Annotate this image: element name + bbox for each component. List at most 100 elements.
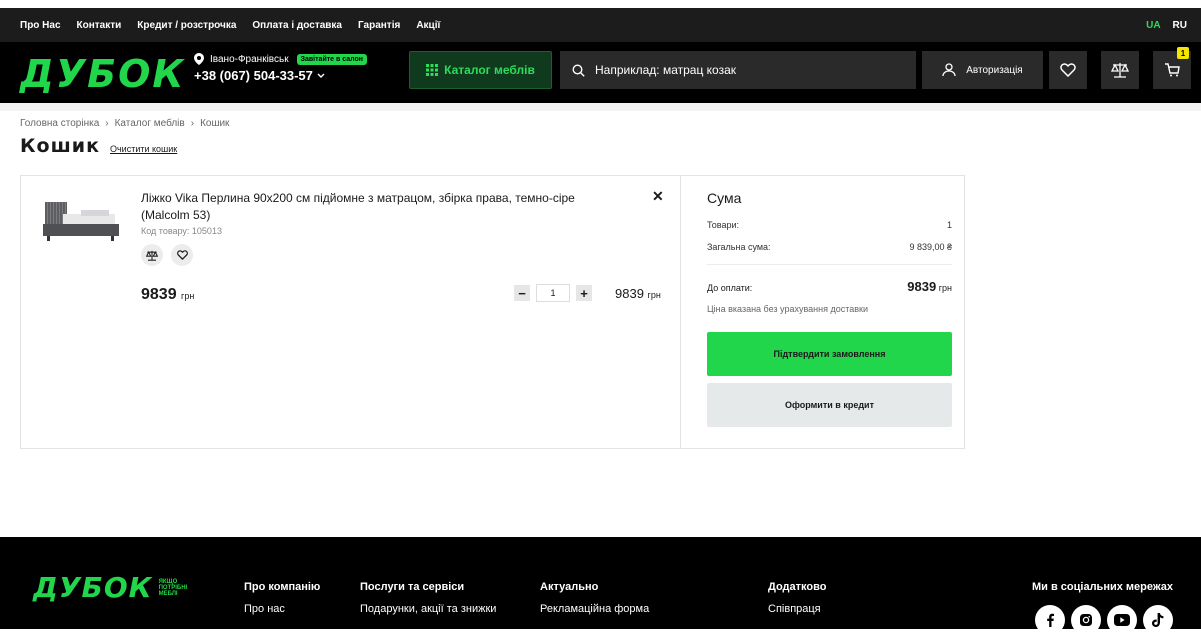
top-link-credit[interactable]: Кредит / розстрочка xyxy=(137,20,236,31)
chevron-down-icon xyxy=(317,73,325,78)
increase-quantity-button[interactable]: + xyxy=(576,285,592,301)
location-pin-icon xyxy=(194,53,204,65)
unit-price-currency: грн xyxy=(181,291,195,301)
scales-icon xyxy=(1111,63,1129,78)
credit-button[interactable]: Оформити в кредит xyxy=(707,383,952,427)
top-link-contacts[interactable]: Контакти xyxy=(77,20,122,31)
auth-label: Авторизація xyxy=(966,64,1023,76)
cart-button[interactable]: 1 xyxy=(1153,47,1191,89)
footer-link[interactable]: Про нас xyxy=(244,603,320,615)
summary-total-row: Загальна сума: 9 839,00 ₴ xyxy=(707,242,952,252)
top-link-payment[interactable]: Оплата і доставка xyxy=(252,20,342,31)
summary-divider xyxy=(707,264,952,265)
search-input[interactable]: Наприклад: матрац козак xyxy=(560,51,916,89)
tiktok-icon[interactable] xyxy=(1143,605,1173,635)
footer-col-title: Про компанію xyxy=(244,581,321,593)
summary-pay-row: До оплати: 9839 грн xyxy=(707,279,952,294)
breadcrumb-catalog[interactable]: Каталог меблів xyxy=(115,118,185,129)
page-title: Кошик xyxy=(20,135,100,157)
footer-col-company: Про компанію Про нас xyxy=(244,581,320,625)
footer-tagline: ЯКЩО ПОТРІБНІ МЕБЛІ xyxy=(158,578,188,597)
decrease-quantity-button[interactable]: − xyxy=(514,285,530,301)
footer-col-extra: Додатково Співпраця xyxy=(768,581,826,625)
delivery-note: Ціна вказана без урахування доставки xyxy=(707,304,868,314)
top-bar: Про Нас Контакти Кредит / розстрочка Опл… xyxy=(0,8,1201,42)
top-link-promos[interactable]: Акції xyxy=(416,20,440,31)
goods-value: 1 xyxy=(946,220,952,230)
pay-currency: грн xyxy=(938,283,952,293)
auth-button[interactable]: Авторизація xyxy=(922,51,1043,89)
line-total-currency: грн xyxy=(647,290,661,300)
catalog-label: Каталог меблів xyxy=(444,63,535,77)
confirm-order-button[interactable]: Підтвердити замовлення xyxy=(707,332,952,376)
unit-price: 9839 грн xyxy=(141,286,194,304)
top-links: Про Нас Контакти Кредит / розстрочка Опл… xyxy=(20,20,440,31)
wishlist-item-button[interactable] xyxy=(171,244,193,266)
heart-icon xyxy=(176,250,188,260)
line-total: 9839 грн xyxy=(615,286,661,301)
youtube-icon[interactable] xyxy=(1107,605,1137,635)
search-placeholder: Наприклад: матрац козак xyxy=(595,63,737,77)
footer-col-title: Додатково xyxy=(768,581,827,593)
breadcrumb: Головна сторінка › Каталог меблів › Коши… xyxy=(20,118,229,129)
cart-count-badge: 1 xyxy=(1177,47,1189,59)
grid-icon xyxy=(426,64,439,76)
facebook-icon[interactable] xyxy=(1035,605,1065,635)
total-value: 9 839,00 ₴ xyxy=(909,242,952,252)
phone-text: +38 (067) 504-33-57 xyxy=(194,68,313,83)
cart-icon xyxy=(1165,63,1180,77)
footer-col-title: Послуги та сервіси xyxy=(360,581,465,593)
site-logo[interactable]: ДУБОК xyxy=(20,54,185,94)
footer-link[interactable]: Співпраця xyxy=(768,603,826,615)
order-summary: Сума Товари: 1 Загальна сума: 9 839,00 ₴… xyxy=(707,190,952,427)
product-image[interactable] xyxy=(41,196,121,248)
pay-value: 9839 xyxy=(907,279,937,294)
close-icon: ✕ xyxy=(652,188,664,204)
footer-link[interactable]: Подарунки, акції та знижки xyxy=(360,603,496,615)
goods-label: Товари: xyxy=(707,220,740,230)
breadcrumb-cart: Кошик xyxy=(200,118,230,129)
lang-ua[interactable]: UA xyxy=(1146,20,1160,31)
lang-ru[interactable]: RU xyxy=(1173,20,1187,31)
city-name[interactable]: Івано-Франківськ xyxy=(210,54,289,65)
pay-label: До оплати: xyxy=(707,283,753,293)
chevron-right-icon: › xyxy=(105,118,109,129)
footer-logo[interactable]: ДУБОК ЯКЩО ПОТРІБНІ МЕБЛІ xyxy=(33,571,187,604)
summary-goods-row: Товари: 1 xyxy=(707,220,952,230)
main-header: ДУБОК Івано-Франківськ Завітайте в салон… xyxy=(0,42,1201,103)
footer-col-actual: Актуально Рекламаційна форма xyxy=(540,581,649,625)
cart-divider xyxy=(680,176,681,448)
quantity-field[interactable]: 1 xyxy=(536,284,570,302)
chevron-right-icon: › xyxy=(190,118,195,129)
breadcrumb-home[interactable]: Головна сторінка xyxy=(20,118,99,129)
product-actions xyxy=(141,244,193,266)
header-divider xyxy=(0,103,1201,111)
quantity-stepper: − 1 + xyxy=(514,284,592,302)
top-link-warranty[interactable]: Гарантія xyxy=(358,20,400,31)
salon-badge[interactable]: Завітайте в салон xyxy=(296,53,367,65)
total-label: Загальна сума: xyxy=(707,242,771,252)
unit-price-value: 9839 xyxy=(141,286,177,303)
phone-number[interactable]: +38 (067) 504-33-57 xyxy=(194,68,367,83)
remove-item-button[interactable]: ✕ xyxy=(652,188,664,205)
site-footer: ДУБОК ЯКЩО ПОТРІБНІ МЕБЛІ Про компанію П… xyxy=(0,537,1201,635)
clear-cart-link[interactable]: Очистити кошик xyxy=(110,144,177,154)
search-icon xyxy=(572,63,585,77)
compare-button[interactable] xyxy=(1101,51,1139,89)
product-code: Код товару: 105013 xyxy=(141,226,222,236)
cart-container: Ліжко Vika Перлина 90х200 см підйомне з … xyxy=(20,175,965,449)
page-header: Кошик Очистити кошик xyxy=(20,135,177,157)
top-link-about[interactable]: Про Нас xyxy=(20,20,61,31)
language-switcher: UA RU xyxy=(1146,20,1187,31)
instagram-icon[interactable] xyxy=(1071,605,1101,635)
footer-col-services: Послуги та сервіси Подарунки, акції та з… xyxy=(360,581,496,625)
wishlist-button[interactable] xyxy=(1049,51,1087,89)
compare-item-button[interactable] xyxy=(141,244,163,266)
social-links xyxy=(1035,605,1173,635)
footer-link[interactable]: Рекламаційна форма xyxy=(540,603,649,615)
product-name[interactable]: Ліжко Vika Перлина 90х200 см підйомне з … xyxy=(141,190,611,224)
scales-icon xyxy=(146,250,158,261)
social-title: Ми в соціальних мережах xyxy=(1032,581,1174,593)
catalog-button[interactable]: Каталог меблів xyxy=(409,51,552,89)
line-total-value: 9839 xyxy=(615,286,644,301)
